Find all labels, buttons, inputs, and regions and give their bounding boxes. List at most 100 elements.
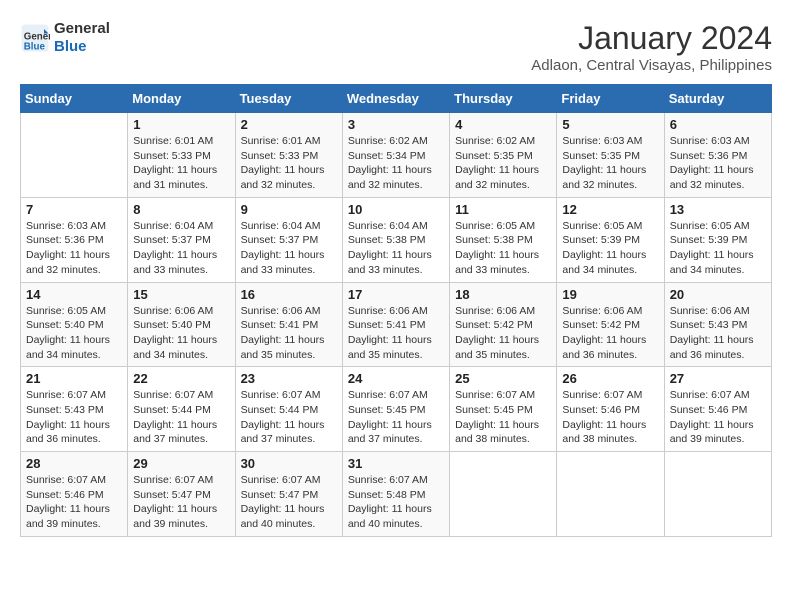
day-number: 23 [241,371,337,386]
svg-text:Blue: Blue [24,41,46,52]
calendar-cell: 20 Sunrise: 6:06 AM Sunset: 5:43 PM Dayl… [664,282,771,367]
day-number: 3 [348,117,444,132]
day-number: 14 [26,287,122,302]
calendar-header: SundayMondayTuesdayWednesdayThursdayFrid… [21,85,772,113]
day-detail: Sunrise: 6:03 AM Sunset: 5:36 PM Dayligh… [26,219,122,278]
calendar-cell: 23 Sunrise: 6:07 AM Sunset: 5:44 PM Dayl… [235,367,342,452]
day-detail: Sunrise: 6:01 AM Sunset: 5:33 PM Dayligh… [133,134,229,193]
title-block: January 2024 Adlaon, Central Visayas, Ph… [531,20,772,74]
calendar-cell: 11 Sunrise: 6:05 AM Sunset: 5:38 PM Dayl… [450,197,557,282]
calendar-cell: 7 Sunrise: 6:03 AM Sunset: 5:36 PM Dayli… [21,197,128,282]
day-detail: Sunrise: 6:07 AM Sunset: 5:45 PM Dayligh… [348,388,444,447]
month-title: January 2024 [531,20,772,57]
calendar-cell: 3 Sunrise: 6:02 AM Sunset: 5:34 PM Dayli… [342,113,449,198]
calendar-cell: 22 Sunrise: 6:07 AM Sunset: 5:44 PM Dayl… [128,367,235,452]
day-detail: Sunrise: 6:06 AM Sunset: 5:41 PM Dayligh… [241,304,337,363]
day-detail: Sunrise: 6:07 AM Sunset: 5:46 PM Dayligh… [26,473,122,532]
calendar-cell: 14 Sunrise: 6:05 AM Sunset: 5:40 PM Dayl… [21,282,128,367]
day-number: 16 [241,287,337,302]
day-number: 28 [26,456,122,471]
weekday-header: Sunday [21,85,128,113]
page-header: General Blue General Blue January 2024 A… [20,20,772,74]
calendar-body: 1 Sunrise: 6:01 AM Sunset: 5:33 PM Dayli… [21,113,772,537]
day-number: 24 [348,371,444,386]
calendar-cell: 5 Sunrise: 6:03 AM Sunset: 5:35 PM Dayli… [557,113,664,198]
calendar-cell: 10 Sunrise: 6:04 AM Sunset: 5:38 PM Dayl… [342,197,449,282]
day-detail: Sunrise: 6:05 AM Sunset: 5:40 PM Dayligh… [26,304,122,363]
logo: General Blue General Blue [20,20,110,56]
weekday-header: Saturday [664,85,771,113]
calendar-cell: 17 Sunrise: 6:06 AM Sunset: 5:41 PM Dayl… [342,282,449,367]
calendar-cell: 15 Sunrise: 6:06 AM Sunset: 5:40 PM Dayl… [128,282,235,367]
day-number: 21 [26,371,122,386]
day-number: 13 [670,202,766,217]
day-detail: Sunrise: 6:03 AM Sunset: 5:35 PM Dayligh… [562,134,658,193]
day-number: 19 [562,287,658,302]
calendar-cell: 31 Sunrise: 6:07 AM Sunset: 5:48 PM Dayl… [342,452,449,537]
calendar-cell: 21 Sunrise: 6:07 AM Sunset: 5:43 PM Dayl… [21,367,128,452]
logo-text-general: General [54,20,110,38]
day-detail: Sunrise: 6:06 AM Sunset: 5:42 PM Dayligh… [455,304,551,363]
day-number: 26 [562,371,658,386]
calendar-cell: 24 Sunrise: 6:07 AM Sunset: 5:45 PM Dayl… [342,367,449,452]
day-detail: Sunrise: 6:07 AM Sunset: 5:46 PM Dayligh… [670,388,766,447]
day-detail: Sunrise: 6:06 AM Sunset: 5:42 PM Dayligh… [562,304,658,363]
calendar-cell: 12 Sunrise: 6:05 AM Sunset: 5:39 PM Dayl… [557,197,664,282]
day-number: 10 [348,202,444,217]
day-detail: Sunrise: 6:02 AM Sunset: 5:35 PM Dayligh… [455,134,551,193]
calendar-cell: 18 Sunrise: 6:06 AM Sunset: 5:42 PM Dayl… [450,282,557,367]
calendar-cell [21,113,128,198]
day-detail: Sunrise: 6:07 AM Sunset: 5:48 PM Dayligh… [348,473,444,532]
day-detail: Sunrise: 6:05 AM Sunset: 5:39 PM Dayligh… [670,219,766,278]
day-detail: Sunrise: 6:07 AM Sunset: 5:43 PM Dayligh… [26,388,122,447]
day-detail: Sunrise: 6:07 AM Sunset: 5:44 PM Dayligh… [133,388,229,447]
day-number: 15 [133,287,229,302]
day-number: 2 [241,117,337,132]
calendar-cell: 30 Sunrise: 6:07 AM Sunset: 5:47 PM Dayl… [235,452,342,537]
calendar-cell [557,452,664,537]
calendar-cell: 16 Sunrise: 6:06 AM Sunset: 5:41 PM Dayl… [235,282,342,367]
day-detail: Sunrise: 6:04 AM Sunset: 5:37 PM Dayligh… [241,219,337,278]
day-detail: Sunrise: 6:04 AM Sunset: 5:38 PM Dayligh… [348,219,444,278]
day-detail: Sunrise: 6:05 AM Sunset: 5:38 PM Dayligh… [455,219,551,278]
day-number: 30 [241,456,337,471]
calendar-cell [664,452,771,537]
day-number: 6 [670,117,766,132]
day-detail: Sunrise: 6:03 AM Sunset: 5:36 PM Dayligh… [670,134,766,193]
day-number: 17 [348,287,444,302]
day-number: 7 [26,202,122,217]
logo-icon: General Blue [20,23,50,53]
day-number: 22 [133,371,229,386]
day-number: 1 [133,117,229,132]
day-detail: Sunrise: 6:06 AM Sunset: 5:41 PM Dayligh… [348,304,444,363]
calendar-cell: 4 Sunrise: 6:02 AM Sunset: 5:35 PM Dayli… [450,113,557,198]
calendar-cell: 1 Sunrise: 6:01 AM Sunset: 5:33 PM Dayli… [128,113,235,198]
day-detail: Sunrise: 6:06 AM Sunset: 5:40 PM Dayligh… [133,304,229,363]
day-number: 25 [455,371,551,386]
day-number: 5 [562,117,658,132]
day-number: 20 [670,287,766,302]
calendar-cell: 29 Sunrise: 6:07 AM Sunset: 5:47 PM Dayl… [128,452,235,537]
day-number: 4 [455,117,551,132]
day-number: 31 [348,456,444,471]
calendar-table: SundayMondayTuesdayWednesdayThursdayFrid… [20,84,772,537]
calendar-cell: 28 Sunrise: 6:07 AM Sunset: 5:46 PM Dayl… [21,452,128,537]
day-detail: Sunrise: 6:07 AM Sunset: 5:45 PM Dayligh… [455,388,551,447]
calendar-cell: 26 Sunrise: 6:07 AM Sunset: 5:46 PM Dayl… [557,367,664,452]
calendar-cell: 13 Sunrise: 6:05 AM Sunset: 5:39 PM Dayl… [664,197,771,282]
calendar-cell: 8 Sunrise: 6:04 AM Sunset: 5:37 PM Dayli… [128,197,235,282]
calendar-cell: 19 Sunrise: 6:06 AM Sunset: 5:42 PM Dayl… [557,282,664,367]
day-detail: Sunrise: 6:07 AM Sunset: 5:44 PM Dayligh… [241,388,337,447]
day-detail: Sunrise: 6:07 AM Sunset: 5:47 PM Dayligh… [241,473,337,532]
day-number: 12 [562,202,658,217]
weekday-header: Thursday [450,85,557,113]
weekday-header: Monday [128,85,235,113]
calendar-cell: 27 Sunrise: 6:07 AM Sunset: 5:46 PM Dayl… [664,367,771,452]
location: Adlaon, Central Visayas, Philippines [531,57,772,74]
weekday-header: Wednesday [342,85,449,113]
calendar-cell: 9 Sunrise: 6:04 AM Sunset: 5:37 PM Dayli… [235,197,342,282]
day-number: 8 [133,202,229,217]
day-number: 9 [241,202,337,217]
day-detail: Sunrise: 6:05 AM Sunset: 5:39 PM Dayligh… [562,219,658,278]
calendar-cell [450,452,557,537]
